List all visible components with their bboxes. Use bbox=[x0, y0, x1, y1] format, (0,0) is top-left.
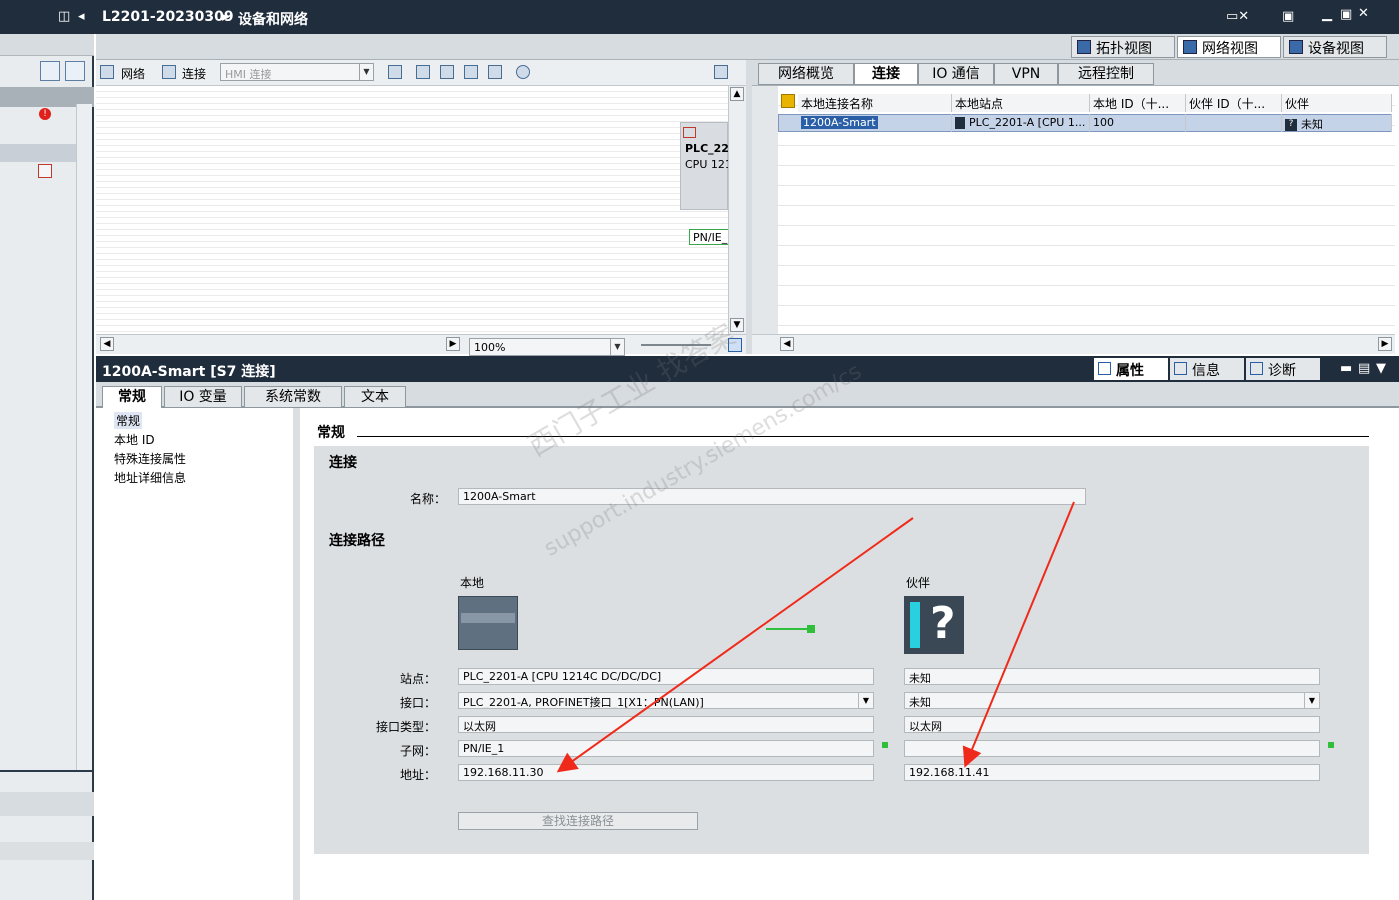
red-arrow-partner bbox=[962, 501, 1075, 768]
red-arrow-local bbox=[556, 517, 914, 773]
